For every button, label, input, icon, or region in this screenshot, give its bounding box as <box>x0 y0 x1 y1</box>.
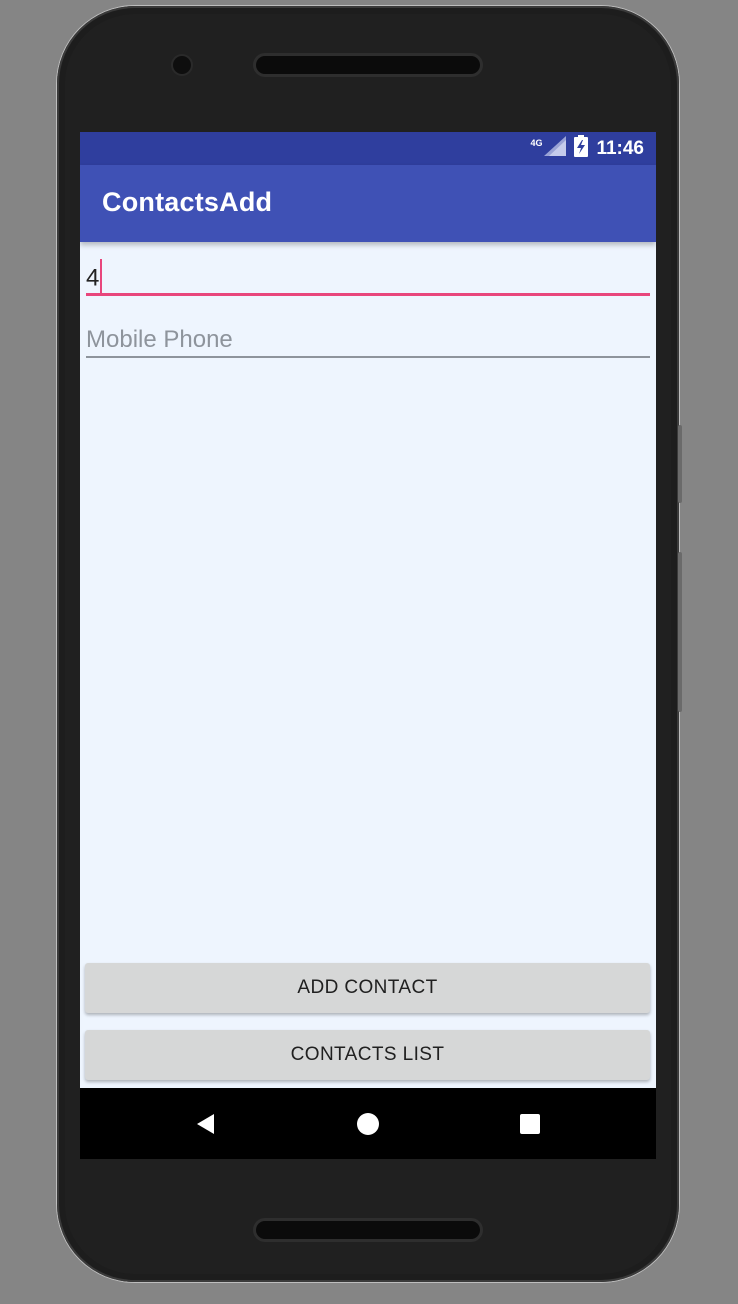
text-cursor <box>100 259 103 293</box>
signal-icon <box>544 135 567 162</box>
mobile-phone-placeholder[interactable]: Mobile Phone <box>86 326 233 354</box>
mobile-phone-input[interactable]: Mobile Phone <box>86 318 650 358</box>
status-icons: 4G 11:46 <box>530 132 644 165</box>
bottom-speaker <box>256 1221 480 1239</box>
contacts-list-button[interactable]: CONTACTS LIST <box>85 1030 650 1080</box>
battery-icon <box>574 134 589 163</box>
name-input[interactable]: 4 <box>86 256 650 296</box>
recents-icon[interactable] <box>490 1088 570 1159</box>
volume-button <box>678 552 682 712</box>
navigation-bar <box>80 1088 656 1159</box>
home-icon[interactable] <box>328 1088 408 1159</box>
add-contact-button[interactable]: ADD CONTACT <box>85 963 650 1013</box>
name-input-underline <box>86 293 650 296</box>
power-button <box>678 425 682 503</box>
top-speaker <box>256 56 480 74</box>
front-camera <box>173 56 191 74</box>
back-icon[interactable] <box>166 1088 246 1159</box>
network-type: 4G <box>530 137 543 148</box>
app-bar: ContactsAdd <box>80 165 656 242</box>
status-bar: 4G 11:46 <box>80 132 656 165</box>
mobile-phone-underline <box>86 356 650 358</box>
clock: 11:46 <box>596 137 644 159</box>
device-screen: 4G 11:46 ContactsAdd 4 Mobile Phone ADD … <box>80 132 656 1159</box>
name-input-value[interactable]: 4 <box>86 259 103 296</box>
app-title: ContactsAdd <box>102 187 273 217</box>
